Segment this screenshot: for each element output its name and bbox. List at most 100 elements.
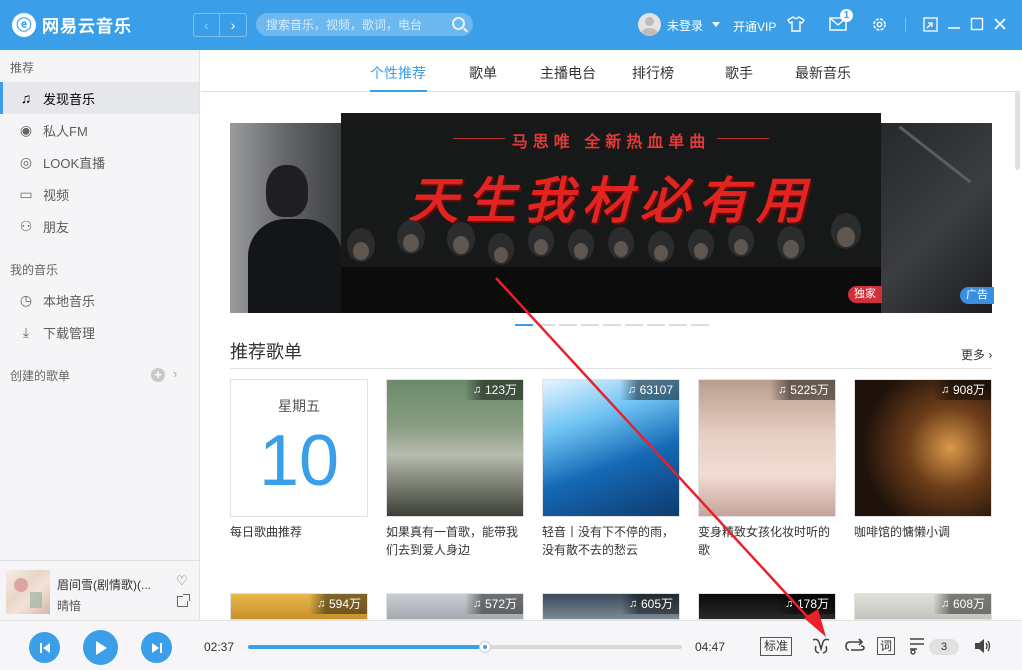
carousel-dot[interactable]: [647, 324, 665, 326]
playlist-cover[interactable]: 594万: [230, 593, 368, 620]
playlist-cover[interactable]: 605万: [542, 593, 680, 620]
sidebar-item-fm[interactable]: ◉ 私人FM: [0, 114, 199, 146]
now-playing[interactable]: 眉间雪(剧情歌)(... 晴愔 ♡: [0, 560, 199, 620]
next-icon: [151, 642, 162, 653]
caret-down-icon[interactable]: [712, 22, 720, 27]
sidebar-item-label: 视频: [43, 187, 70, 203]
play-count: 605万: [620, 594, 679, 614]
carousel-dot[interactable]: [669, 324, 687, 326]
playlist-cover[interactable]: 5225万: [698, 379, 836, 517]
playlist-card[interactable]: 5225万 变身精致女孩化妆时听的歌: [698, 379, 836, 559]
scrollbar[interactable]: [1013, 92, 1021, 620]
skin-button[interactable]: [786, 14, 806, 34]
sidebar-item-live[interactable]: ◎ LOOK直播: [0, 146, 199, 178]
playlist-card[interactable]: 908万 咖啡馆的慵懒小调: [854, 379, 992, 541]
carousel-dot[interactable]: [603, 324, 621, 326]
user-avatar[interactable]: [638, 13, 661, 36]
now-playing-cover[interactable]: [6, 570, 50, 614]
sidebar-item-discover[interactable]: ♫ 发现音乐: [0, 82, 199, 114]
playlist-card[interactable]: 572万: [386, 593, 524, 620]
tab-playlists[interactable]: 歌单: [469, 63, 497, 83]
chevron-right-icon[interactable]: ›: [173, 366, 177, 381]
sidebar-item-video[interactable]: ▭ 视频: [0, 178, 199, 210]
add-playlist-icon[interactable]: +: [151, 368, 165, 382]
more-link[interactable]: 更多 ›: [961, 346, 992, 363]
now-playing-artist[interactable]: 晴愔: [57, 597, 81, 614]
playlist-cover[interactable]: 572万: [386, 593, 524, 620]
play-icon: [95, 640, 107, 655]
playlist-card[interactable]: 63107 轻音丨没有下不停的雨，没有散不去的愁云: [542, 379, 680, 559]
playlist-card[interactable]: 178万: [698, 593, 836, 620]
banner-main-slide[interactable]: 马思唯 全新热血单曲 天生我材必有用: [341, 113, 881, 313]
sound-effect-button[interactable]: [810, 636, 832, 656]
app-logo[interactable]: ⓔ 网易云音乐: [12, 12, 132, 37]
login-link[interactable]: 未登录: [667, 17, 703, 34]
playlist-cover[interactable]: 123万: [386, 379, 524, 517]
daily-calendar-cover[interactable]: 星期五 10: [230, 379, 368, 517]
playlist-cover[interactable]: 608万: [854, 593, 992, 620]
playlist-card[interactable]: 594万: [230, 593, 368, 620]
chevron-left-icon: ‹: [204, 17, 209, 33]
sidebar-item-downloads[interactable]: ⤓ 下载管理: [0, 316, 199, 348]
tab-personal[interactable]: 个性推荐: [370, 63, 426, 83]
carousel-dot[interactable]: [581, 324, 599, 326]
carousel-dot[interactable]: [537, 324, 555, 326]
playlist-card-daily[interactable]: 星期五 10 每日歌曲推荐: [230, 379, 368, 541]
tab-radio[interactable]: 主播电台: [540, 63, 596, 83]
progress-knob[interactable]: [479, 641, 492, 653]
vip-link[interactable]: 开通VIP: [733, 18, 776, 35]
playlist-cover[interactable]: 178万: [698, 593, 836, 620]
sidebar-item-friends[interactable]: ⚇ 朋友: [0, 210, 199, 242]
playlist-queue-button[interactable]: [908, 636, 928, 656]
playlist-name[interactable]: 轻音丨没有下不停的雨，没有散不去的愁云: [542, 523, 680, 559]
sidebar-item-local[interactable]: ◷ 本地音乐: [0, 284, 199, 316]
maximize-button[interactable]: [967, 14, 987, 34]
playlist-cover[interactable]: 908万: [854, 379, 992, 517]
music-note-icon: ♫: [20, 90, 32, 106]
search-icon[interactable]: [452, 17, 465, 30]
loop-mode-button[interactable]: [845, 636, 865, 656]
quality-button[interactable]: 标准: [760, 637, 793, 656]
carousel-dot[interactable]: [625, 324, 643, 326]
lyrics-button[interactable]: 词: [877, 637, 895, 655]
minimize-button[interactable]: [944, 14, 964, 34]
banner-prev-slide[interactable]: [230, 123, 342, 313]
play-button[interactable]: [83, 630, 118, 665]
volume-button[interactable]: [974, 636, 992, 656]
settings-button[interactable]: [869, 14, 889, 34]
carousel-dot[interactable]: [691, 324, 709, 326]
play-count: 178万: [776, 594, 835, 614]
share-icon[interactable]: [177, 594, 190, 607]
playlist-card[interactable]: 608万: [854, 593, 992, 620]
playlist-card[interactable]: 605万: [542, 593, 680, 620]
sidebar-header-recommend: 推荐: [10, 61, 35, 75]
tab-artists[interactable]: 歌手: [725, 63, 753, 83]
progress-bar[interactable]: [248, 641, 682, 653]
now-playing-title[interactable]: 眉间雪(剧情歌)(...: [57, 576, 167, 593]
tab-new-music[interactable]: 最新音乐: [795, 63, 851, 83]
playlist-cover[interactable]: 63107: [542, 379, 680, 517]
play-count: 63107: [619, 380, 679, 400]
carousel-dot[interactable]: [515, 324, 533, 326]
heart-icon[interactable]: ♡: [176, 573, 188, 589]
sidebar-item-label: 本地音乐: [43, 293, 96, 309]
search-input[interactable]: [266, 15, 446, 34]
mini-mode-button[interactable]: [920, 14, 940, 34]
scrollbar-thumb[interactable]: [1015, 92, 1020, 170]
forward-button[interactable]: ›: [220, 14, 246, 36]
previous-button[interactable]: [29, 632, 60, 663]
banner-next-slide[interactable]: [880, 123, 992, 313]
playlist-card[interactable]: 123万 如果真有一首歌，能带我们去到爱人身边: [386, 379, 524, 559]
chevron-right-icon: ›: [985, 348, 993, 362]
back-button[interactable]: ‹: [194, 14, 220, 36]
message-count-badge: 1: [840, 9, 853, 22]
close-button[interactable]: [990, 14, 1010, 34]
playlist-name[interactable]: 每日歌曲推荐: [230, 523, 368, 541]
tab-charts[interactable]: 排行榜: [632, 63, 674, 83]
carousel-dot[interactable]: [559, 324, 577, 326]
download-icon: ⤓: [22, 323, 30, 340]
playlist-name[interactable]: 如果真有一首歌，能带我们去到爱人身边: [386, 523, 524, 559]
next-button[interactable]: [141, 632, 172, 663]
playlist-name[interactable]: 变身精致女孩化妆时听的歌: [698, 523, 836, 559]
playlist-name[interactable]: 咖啡馆的慵懒小调: [854, 523, 992, 541]
